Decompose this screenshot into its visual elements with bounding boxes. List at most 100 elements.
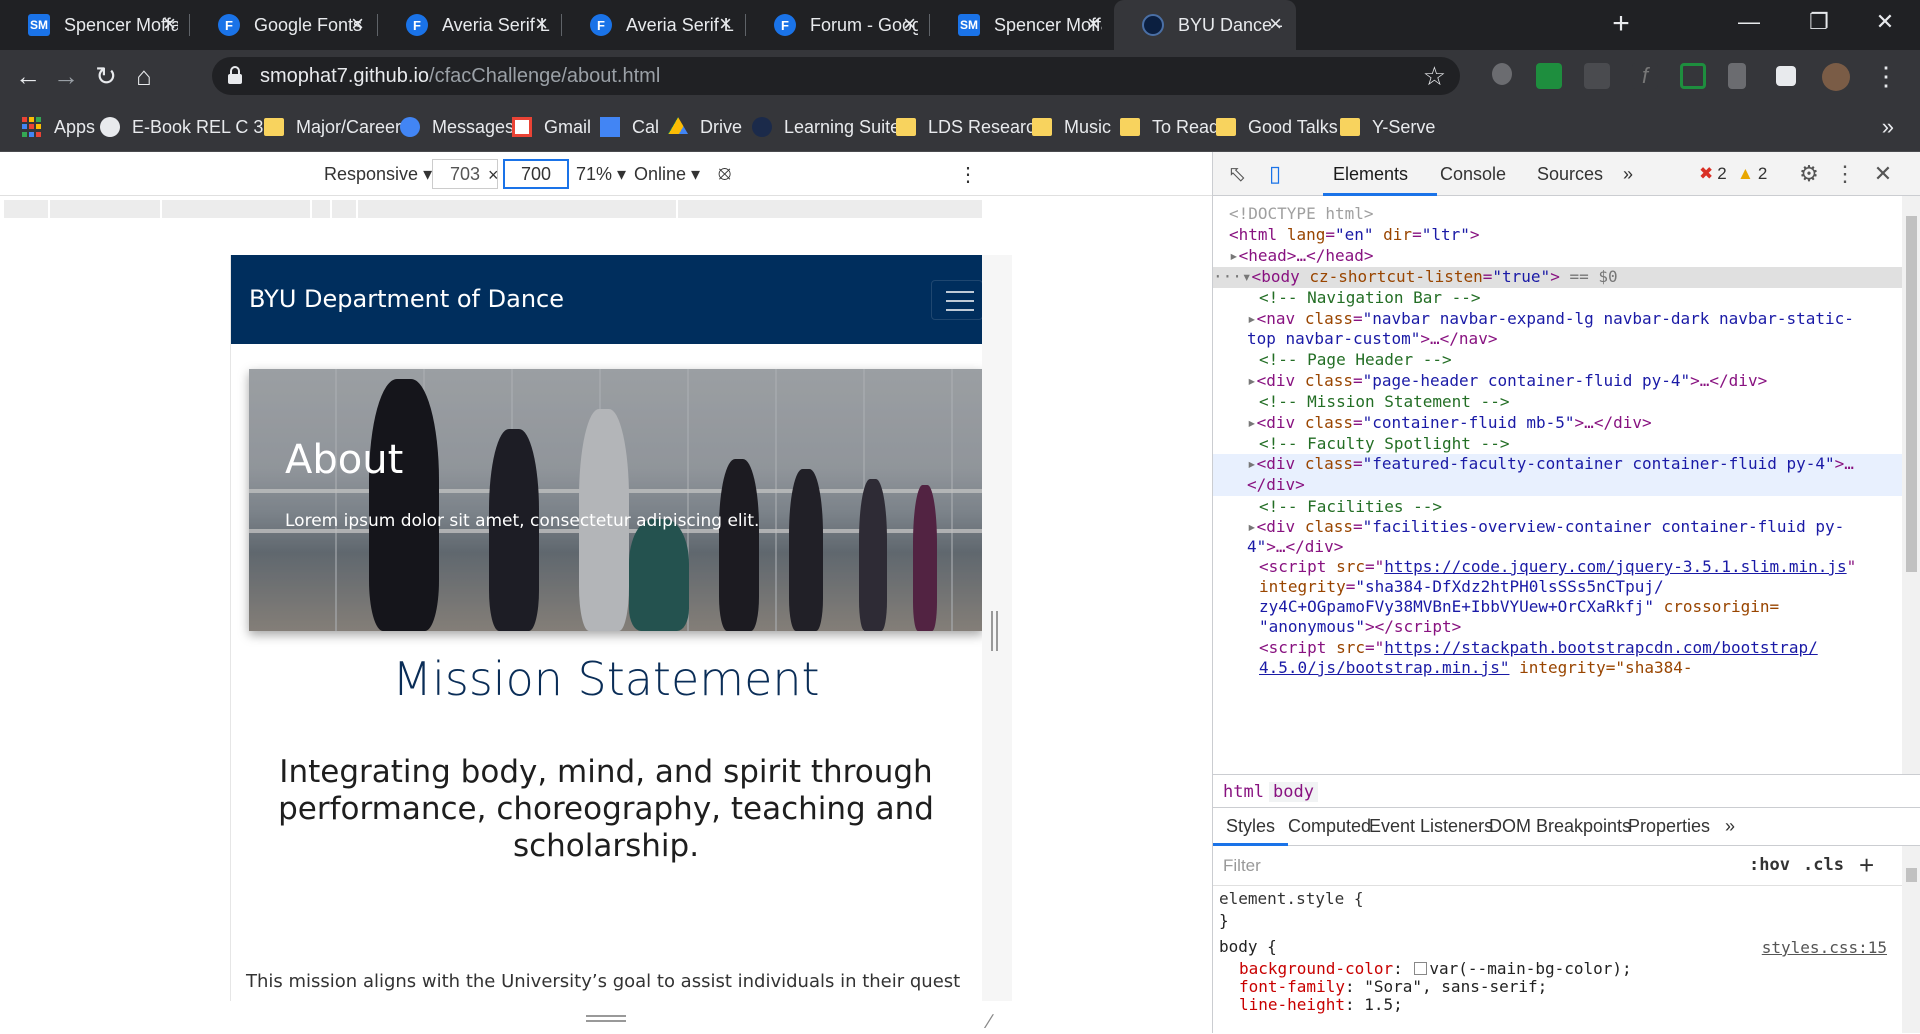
- dom-node-faculty-hovered[interactable]: ▸<div class="featured-faculty-container …: [1213, 454, 1903, 496]
- reader-extension-icon[interactable]: [1728, 63, 1746, 89]
- close-devtools-icon[interactable]: ✕: [1871, 162, 1895, 186]
- tab-0[interactable]: SM Spencer Moffat ×: [0, 0, 190, 50]
- dom-comment[interactable]: <!-- Navigation Bar -->: [1213, 288, 1903, 309]
- tab-event-listeners[interactable]: Event Listeners: [1369, 816, 1493, 837]
- hover-state-toggle[interactable]: :hov: [1749, 855, 1790, 875]
- dom-node-nav-cont[interactable]: top navbar-custom">…</nav>: [1213, 329, 1903, 350]
- tab-3[interactable]: F Averia Serif Libre ×: [562, 0, 746, 50]
- close-tab-icon[interactable]: ×: [163, 13, 176, 35]
- bookmark-major-career[interactable]: Major/Career: [264, 114, 401, 140]
- address-bar[interactable]: smophat7.github.io/cfacChallenge/about.h…: [212, 57, 1460, 95]
- dom-node-script-jquery-cont[interactable]: "anonymous"></script>: [1213, 617, 1903, 638]
- dom-node-doctype[interactable]: <!DOCTYPE html>: [1213, 204, 1903, 225]
- body-rule-selector[interactable]: body {: [1219, 936, 1277, 958]
- bookmark-y-serve[interactable]: Y-Serve: [1340, 114, 1435, 140]
- media-query-bar[interactable]: [0, 196, 1212, 222]
- tab-properties[interactable]: Properties: [1628, 816, 1710, 837]
- device-toggle-icon[interactable]: ▯: [1263, 162, 1287, 186]
- tab-console[interactable]: Console: [1440, 164, 1506, 185]
- zoom-select[interactable]: 71% ▾: [576, 164, 626, 185]
- resize-extension-icon[interactable]: [1680, 63, 1706, 89]
- tab-1[interactable]: F Google Fonts ×: [190, 0, 378, 50]
- bookmark-apps[interactable]: Apps: [22, 114, 95, 140]
- dom-comment[interactable]: <!-- Mission Statement -->: [1213, 392, 1903, 413]
- restore-icon[interactable]: ❐: [1784, 0, 1854, 44]
- bookmark-messages[interactable]: Messages: [400, 114, 514, 140]
- more-tabs-chevron-icon[interactable]: »: [1623, 164, 1633, 185]
- dom-comment[interactable]: <!-- Facilities -->: [1213, 497, 1903, 518]
- throttle-select[interactable]: Online ▾: [634, 164, 700, 185]
- media-query-segment[interactable]: [50, 200, 160, 218]
- breadcrumb-html[interactable]: html: [1223, 782, 1264, 802]
- site-brand-link[interactable]: BYU Department of Dance: [249, 285, 564, 313]
- media-query-segment[interactable]: [312, 200, 330, 218]
- dom-node-script-bootstrap[interactable]: <script src="https://stackpath.bootstrap…: [1213, 638, 1903, 659]
- new-tab-button[interactable]: +: [1603, 6, 1639, 42]
- dom-comment[interactable]: <!-- Page Header -->: [1213, 350, 1903, 371]
- extension-icon[interactable]: [1492, 63, 1512, 85]
- styles-filter-input[interactable]: Filter: [1223, 856, 1261, 876]
- pen-extension-icon[interactable]: [1584, 63, 1610, 89]
- tab-sources[interactable]: Sources: [1537, 164, 1603, 185]
- bookmark-star-icon[interactable]: ☆: [1423, 61, 1446, 92]
- expand-triangle-icon[interactable]: ▸: [1247, 454, 1257, 473]
- bookmark-gmail[interactable]: Gmail: [512, 114, 591, 140]
- device-options-menu-icon[interactable]: ⋮: [958, 162, 978, 187]
- tab-styles[interactable]: Styles: [1226, 816, 1275, 837]
- expand-triangle-icon[interactable]: ▸: [1229, 246, 1239, 265]
- inspect-element-icon[interactable]: ⬁: [1225, 162, 1249, 186]
- style-declaration[interactable]: line-height: 1.5;: [1219, 994, 1403, 1016]
- home-icon[interactable]: ⌂: [126, 58, 162, 94]
- device-mode-select[interactable]: Responsive ▾: [324, 164, 432, 185]
- tab-computed[interactable]: Computed: [1288, 816, 1371, 837]
- script-src-link[interactable]: https://code.jquery.com/jquery-3.5.1.sli…: [1384, 557, 1846, 576]
- stylesheet-source-link[interactable]: styles.css:15: [1762, 937, 1887, 959]
- close-tab-icon[interactable]: ×: [351, 13, 364, 35]
- viewport-height-input[interactable]: 700: [503, 159, 569, 189]
- expand-triangle-icon[interactable]: ▸: [1247, 413, 1257, 432]
- media-query-segment[interactable]: [162, 200, 310, 218]
- media-query-segment[interactable]: [678, 200, 982, 218]
- scrollbar-thumb[interactable]: [1906, 868, 1917, 882]
- close-window-icon[interactable]: ✕: [1850, 0, 1920, 44]
- collapse-triangle-icon[interactable]: ▾: [1242, 267, 1252, 286]
- puzzle-extensions-icon[interactable]: [1776, 66, 1796, 86]
- close-tab-icon[interactable]: ×: [719, 13, 732, 35]
- bookmark-good-talks[interactable]: Good Talks: [1216, 114, 1338, 140]
- bookmark-cal[interactable]: Cal: [600, 114, 659, 140]
- script-src-link[interactable]: https://stackpath.bootstrapcdn.com/boots…: [1384, 638, 1817, 657]
- formula-extension-icon[interactable]: f: [1632, 63, 1658, 89]
- dom-node-body-selected[interactable]: ···▾<body cz-shortcut-listen="true"> == …: [1213, 267, 1903, 288]
- dom-node-script-jquery-cont[interactable]: integrity="sha384-DfXdz2htPH0lsSSs5nCTpu…: [1213, 577, 1903, 598]
- forward-arrow-icon[interactable]: →: [48, 58, 84, 94]
- bookmark-to-read[interactable]: To Read: [1120, 114, 1219, 140]
- node-actions-icon[interactable]: ···: [1213, 267, 1242, 286]
- tab-6-active[interactable]: BYU Dance - Ab ×: [1114, 0, 1296, 50]
- error-count-badge[interactable]: ✖ 2: [1699, 164, 1727, 184]
- bookmark-lds-research[interactable]: LDS Research: [896, 114, 1045, 140]
- close-tab-icon[interactable]: ×: [1087, 13, 1100, 35]
- script-src-link[interactable]: 4.5.0/js/bootstrap.min.js": [1259, 658, 1509, 677]
- tab-elements[interactable]: Elements: [1333, 164, 1408, 185]
- minimize-icon[interactable]: —: [1714, 0, 1784, 44]
- tab-dom-breakpoints[interactable]: DOM Breakpoints: [1489, 816, 1631, 837]
- url-text[interactable]: smophat7.github.io/cfacChallenge/about.h…: [260, 65, 660, 88]
- resize-width-handle[interactable]: [991, 611, 998, 651]
- settings-gear-icon[interactable]: ⚙: [1797, 162, 1821, 186]
- dom-node-html[interactable]: <html lang="en" dir="ltr">: [1213, 225, 1903, 246]
- expand-triangle-icon[interactable]: ▸: [1247, 309, 1257, 328]
- dom-node-facilities-cont[interactable]: 4">…</div>: [1213, 537, 1903, 558]
- more-bookmarks-chevron-icon[interactable]: »: [1882, 114, 1894, 140]
- profile-avatar[interactable]: [1822, 63, 1850, 91]
- dom-scrollbar[interactable]: [1902, 196, 1920, 774]
- tab-2[interactable]: F Averia Serif Libre ×: [378, 0, 562, 50]
- tab-4[interactable]: F Forum - Google ×: [746, 0, 930, 50]
- bookmark-music[interactable]: Music: [1032, 114, 1111, 140]
- more-panes-chevron-icon[interactable]: »: [1725, 816, 1735, 837]
- devtools-menu-icon[interactable]: ⋮: [1833, 162, 1857, 186]
- dom-node-page-header[interactable]: ▸<div class="page-header container-fluid…: [1213, 371, 1903, 392]
- bookmark-drive[interactable]: Drive: [668, 114, 742, 140]
- media-query-segment[interactable]: [332, 200, 356, 218]
- new-style-rule-icon[interactable]: +: [1859, 850, 1874, 881]
- back-arrow-icon[interactable]: ←: [10, 58, 46, 94]
